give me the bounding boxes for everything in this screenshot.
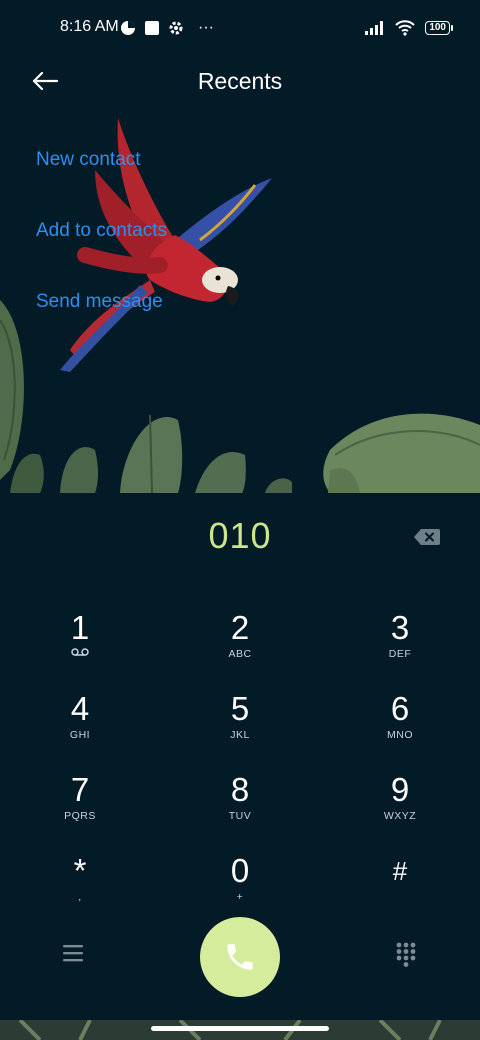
more-notifications-icon: ··· (198, 19, 214, 36)
battery-icon: 100 (425, 21, 453, 35)
status-system-icons: 100 (365, 18, 453, 38)
menu-icon[interactable] (63, 944, 83, 962)
dial-key-hash[interactable]: # (340, 852, 460, 922)
key-digit: 5 (230, 690, 250, 727)
dial-key-1[interactable]: 1 (20, 609, 140, 679)
key-letters: TUV (228, 810, 252, 822)
key-digit: 2 (230, 609, 250, 646)
status-notification-icons: ··· (120, 18, 214, 38)
key-digit: 9 (390, 771, 410, 808)
home-indicator[interactable] (151, 1026, 329, 1031)
phone-icon (227, 944, 253, 970)
key-letters: PQRS (64, 810, 96, 822)
page-title: Recents (197, 68, 283, 94)
wifi-icon (395, 20, 416, 36)
dialpad-panel: 010 1 2 ABC 3 DEF 4 GHI 5 JKL 6 MNO 7 PQ… (0, 493, 480, 1020)
dial-key-2[interactable]: 2 ABC (180, 609, 300, 679)
new-contact-link[interactable]: New contact (36, 149, 141, 171)
key-letters: GHI (69, 729, 91, 741)
dial-key-4[interactable]: 4 GHI (20, 690, 140, 760)
dial-key-8[interactable]: 8 TUV (180, 771, 300, 841)
key-letters: WXYZ (383, 810, 417, 822)
send-message-link[interactable]: Send message (36, 291, 163, 313)
call-button[interactable] (200, 917, 280, 997)
key-digit: * (73, 852, 87, 889)
key-digit: 1 (70, 609, 90, 646)
key-digit: # (392, 856, 408, 886)
key-letters: , (78, 891, 82, 903)
key-digit: 6 (390, 690, 410, 727)
voicemail-icon (20, 647, 140, 661)
status-time: 8:16 AM (60, 18, 119, 35)
dial-key-7[interactable]: 7 PQRS (20, 771, 140, 841)
key-digit: 7 (70, 771, 90, 808)
status-bar: 8:16 AM ··· 100 (0, 0, 480, 56)
add-to-contacts-link[interactable]: Add to contacts (36, 220, 167, 242)
dial-key-3[interactable]: 3 DEF (340, 609, 460, 679)
dialed-number: 010 (208, 515, 272, 556)
square-notification-icon (145, 21, 159, 35)
dial-key-star[interactable]: * , (20, 852, 140, 922)
signal-icon (365, 21, 384, 35)
key-digit: 0 (230, 852, 250, 889)
key-digit: 3 (390, 609, 410, 646)
key-letters: + (236, 891, 244, 903)
dial-key-5[interactable]: 5 JKL (180, 690, 300, 760)
key-letters: ABC (228, 648, 252, 660)
key-digit: 8 (230, 771, 250, 808)
gear-icon (169, 21, 183, 35)
data-saver-icon (121, 21, 135, 35)
key-letters: MNO (387, 729, 413, 741)
backspace-icon[interactable] (414, 529, 440, 545)
dial-key-9[interactable]: 9 WXYZ (340, 771, 460, 841)
key-digit: 4 (70, 690, 90, 727)
app-header: Recents (0, 56, 480, 108)
dial-key-6[interactable]: 6 MNO (340, 690, 460, 760)
key-letters: JKL (230, 729, 250, 741)
dialpad-toggle-icon[interactable] (396, 942, 416, 968)
key-letters: DEF (388, 648, 412, 660)
dial-key-0[interactable]: 0 + (180, 852, 300, 922)
